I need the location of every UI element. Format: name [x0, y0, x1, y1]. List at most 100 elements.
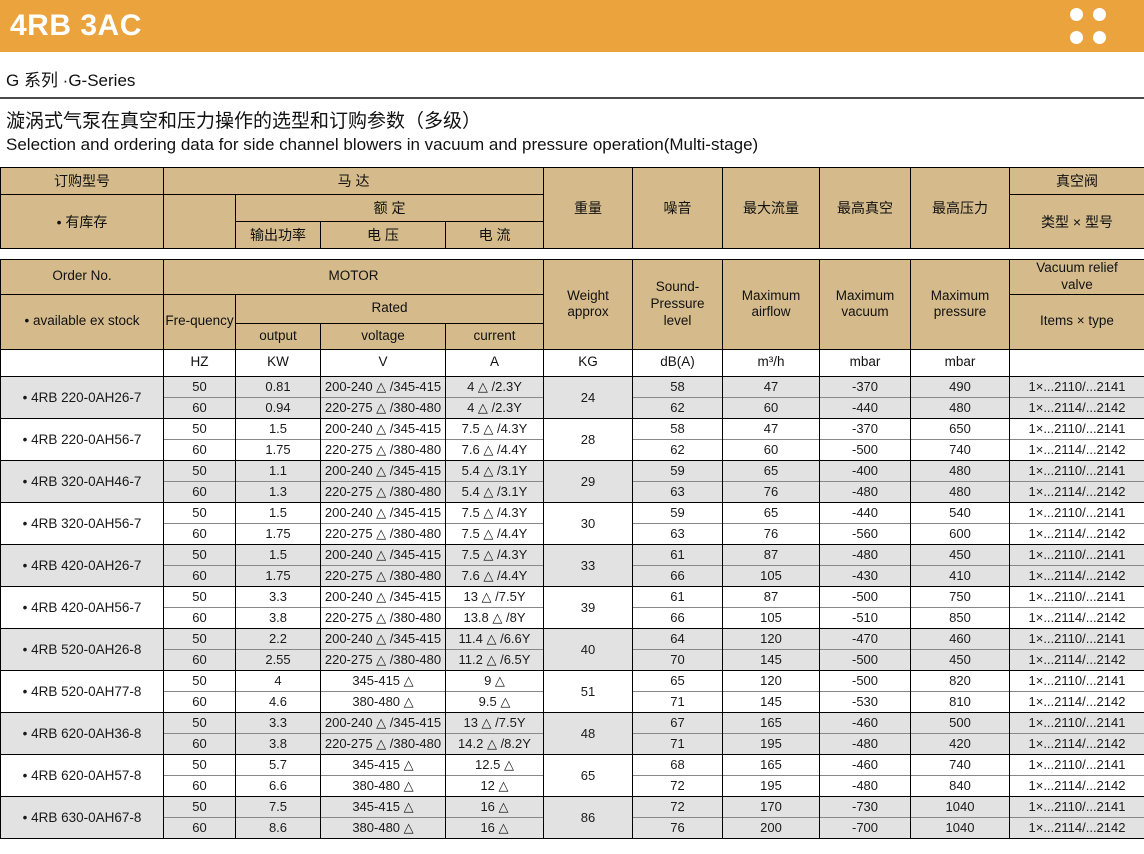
frequency-cell: 60	[163, 522, 236, 545]
max-vacuum-cell: -480	[819, 480, 911, 503]
frequency-cell: 60	[163, 564, 236, 587]
max-pressure-cell: 820	[910, 669, 1010, 692]
current-cell: 11.2 △ /6.5Y	[445, 648, 544, 671]
voltage-cell: 345-415 △	[320, 669, 446, 692]
table-row: • 4RB 420-0AH56-7 50 3.3 200-240 △ /345-415…	[0, 585, 1144, 629]
table-row: • 4RB 320-0AH46-7 50 1.1 200-240 △ /345-415…	[0, 459, 1144, 503]
vacuum-valve-cell: 1×...2110/...2141	[1009, 753, 1144, 776]
max-vacuum-cell: -480	[819, 732, 911, 755]
table-row: • 4RB 620-0AH57-8 50 5.7 345-415 △ 12.5 △ 65 6…	[0, 753, 1144, 797]
vacuum-valve-cell: 1×...2114/...2142	[1009, 438, 1144, 461]
vacuum-valve-cell: 1×...2110/...2141	[1009, 417, 1144, 440]
page-header-banner: 4RB 3AC	[0, 0, 1144, 52]
unit-kw: KW	[235, 348, 321, 377]
frequency-cell: 60	[163, 480, 236, 503]
weight-cell: 40	[543, 627, 633, 671]
max-pressure-cell: 480	[910, 396, 1010, 419]
zh-header-vacuum-valve: 真空阀	[1009, 167, 1144, 195]
sound-level-cell: 66	[632, 564, 723, 587]
max-pressure-cell: 500	[910, 711, 1010, 734]
zh-header-rated: 额 定	[234, 194, 545, 222]
max-pressure-cell: 480	[910, 480, 1010, 503]
sound-level-cell: 62	[632, 438, 723, 461]
output-kw-cell: 1.3	[235, 480, 321, 503]
model-cell: • 4RB 320-0AH56-7	[0, 501, 164, 545]
current-cell: 4 △ /2.3Y	[445, 396, 544, 419]
vacuum-valve-cell: 1×...2114/...2142	[1009, 774, 1144, 797]
max-vacuum-cell: -400	[819, 459, 911, 482]
max-vacuum-cell: -440	[819, 501, 911, 524]
max-airflow-cell: 165	[722, 711, 820, 734]
zh-header-max-vacuum: 最高真空	[819, 167, 912, 249]
unit-valve-empty	[1009, 348, 1144, 377]
max-pressure-cell: 450	[910, 648, 1010, 671]
max-vacuum-cell: -700	[819, 816, 911, 839]
voltage-cell: 200-240 △ /345-415	[320, 375, 446, 398]
vacuum-valve-cell: 1×...2114/...2142	[1009, 522, 1144, 545]
vacuum-valve-cell: 1×...2110/...2141	[1009, 585, 1144, 608]
vacuum-valve-cell: 1×...2114/...2142	[1009, 480, 1144, 503]
weight-cell: 33	[543, 543, 633, 587]
output-kw-cell: 7.5	[235, 795, 321, 818]
output-kw-cell: 1.1	[235, 459, 321, 482]
table-row: • 4RB 220-0AH56-7 50 1.5 200-240 △ /345-415…	[0, 417, 1144, 461]
current-cell: 7.5 △ /4.3Y	[445, 501, 544, 524]
en-header-max-vacuum: Maximum vacuum	[819, 259, 911, 350]
unit-kg: KG	[543, 348, 633, 377]
max-pressure-cell: 490	[910, 375, 1010, 398]
current-cell: 7.5 △ /4.4Y	[445, 522, 544, 545]
max-pressure-cell: 450	[910, 543, 1010, 566]
frequency-cell: 60	[163, 606, 236, 629]
voltage-cell: 200-240 △ /345-415	[320, 627, 446, 650]
max-airflow-cell: 165	[722, 753, 820, 776]
frequency-cell: 50	[163, 543, 236, 566]
model-cell: • 4RB 620-0AH57-8	[0, 753, 164, 797]
zh-header-output: 输出功率	[235, 221, 321, 249]
max-airflow-cell: 105	[722, 606, 820, 629]
output-kw-cell: 1.5	[235, 543, 321, 566]
vacuum-valve-cell: 1×...2114/...2142	[1009, 648, 1144, 671]
voltage-cell: 200-240 △ /345-415	[320, 711, 446, 734]
unit-order-empty	[0, 348, 164, 377]
output-kw-cell: 0.81	[235, 375, 321, 398]
voltage-cell: 220-275 △ /380-480	[320, 480, 446, 503]
unit-airflow: m³/h	[722, 348, 820, 377]
sound-level-cell: 71	[632, 732, 723, 755]
vacuum-valve-cell: 1×...2114/...2142	[1009, 690, 1144, 713]
output-kw-cell: 6.6	[235, 774, 321, 797]
output-kw-cell: 4.6	[235, 690, 321, 713]
sound-level-cell: 61	[632, 543, 723, 566]
en-header-type-model: Items × type	[1009, 293, 1144, 350]
en-header-frequency: Fre-quency	[163, 293, 236, 350]
max-airflow-cell: 170	[722, 795, 820, 818]
voltage-cell: 220-275 △ /380-480	[320, 648, 446, 671]
weight-cell: 39	[543, 585, 633, 629]
frequency-cell: 60	[163, 438, 236, 461]
frequency-cell: 60	[163, 648, 236, 671]
model-cell: • 4RB 620-0AH36-8	[0, 711, 164, 755]
voltage-cell: 220-275 △ /380-480	[320, 732, 446, 755]
vacuum-valve-cell: 1×...2110/...2141	[1009, 669, 1144, 692]
output-kw-cell: 2.2	[235, 627, 321, 650]
max-vacuum-cell: -480	[819, 774, 911, 797]
frequency-cell: 50	[163, 795, 236, 818]
output-kw-cell: 1.75	[235, 564, 321, 587]
max-pressure-cell: 740	[910, 753, 1010, 776]
frequency-cell: 50	[163, 501, 236, 524]
frequency-cell: 50	[163, 711, 236, 734]
voltage-cell: 220-275 △ /380-480	[320, 396, 446, 419]
max-airflow-cell: 60	[722, 396, 820, 419]
max-airflow-cell: 120	[722, 627, 820, 650]
max-airflow-cell: 47	[722, 417, 820, 440]
weight-cell: 30	[543, 501, 633, 545]
output-kw-cell: 2.55	[235, 648, 321, 671]
current-cell: 9 △	[445, 669, 544, 692]
frequency-cell: 60	[163, 396, 236, 419]
max-vacuum-cell: -530	[819, 690, 911, 713]
output-kw-cell: 3.8	[235, 606, 321, 629]
unit-hz: HZ	[163, 348, 236, 377]
voltage-cell: 345-415 △	[320, 753, 446, 776]
vacuum-valve-cell: 1×...2114/...2142	[1009, 816, 1144, 839]
current-cell: 5.4 △ /3.1Y	[445, 459, 544, 482]
table-title-zh: 漩涡式气泵在真空和压力操作的选型和订购参数（多级）	[6, 111, 482, 132]
